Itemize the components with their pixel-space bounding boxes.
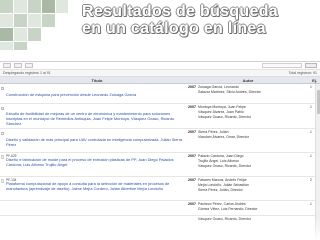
author-name: Vásquez Ocaso, Ricardo, Director [198,114,251,119]
record-year: 2007 [188,202,196,206]
back-button[interactable] [3,63,11,68]
author-name: Gómez Vélez, Luis Fernando, Director [198,206,258,211]
slide-title-line-2: en un catálogo en línea [82,20,266,37]
table-row: PF-629 Diseño e fabricación de molde par… [0,153,320,177]
table-row: PF-134 Plataforma computacional de apoyo… [0,177,320,201]
home-button[interactable] [25,63,33,68]
record-year: 2007 [188,130,196,134]
record-authors: Zuluaga García, Leonardo Salazar Martíne… [198,84,294,103]
paging-text: Desplegando registros 1 al 91 [3,71,51,75]
results-table: Construcción de máquina para prevención … [0,84,320,228]
results-column-header: Título Autor Ej. [0,77,320,84]
catalog-results-screenshot: Desplegando registros 1 al 91 Total regi… [0,61,320,240]
record-thumbnail [1,179,4,183]
record-title-link[interactable]: Plataforma computacional de apoyo a cons… [6,181,169,191]
slide-title-line-1: Resultados de búsqueda [82,3,278,20]
table-row: Diseño y validación de más principal par… [0,129,320,153]
bottom-fade [0,218,320,240]
record-year: 2007 [188,178,196,182]
column-author[interactable]: Autor [198,78,298,83]
forward-button[interactable] [14,63,22,68]
record-authors: Montoya Montoya, Juan Felipe Vásquez Álv… [198,104,294,128]
record-authors: Pacheco Pérez, Carlos Andrés Gómez Vélez… [198,201,294,215]
table-row: Estudio de factibilidad de mejoras de un… [0,104,320,129]
total-records: Total registros: 91 [288,71,317,75]
author-name: Vásquez Ocaso, Ricardo, Director [198,163,251,168]
record-thumbnail [1,155,4,159]
column-title[interactable]: Título [4,78,190,83]
column-copies[interactable]: Ej. [298,78,320,83]
row-checkbox[interactable] [1,87,4,90]
table-row: Construcción de máquina para prevención … [0,84,320,104]
record-year: 2007 [188,85,196,89]
vertical-scrollbar[interactable] [315,84,320,240]
paging-bar: Desplegando registros 1 al 91 Total regi… [0,70,320,77]
table-row: 2007 Pacheco Pérez, Carlos Andrés Gómez … [0,201,320,216]
record-title-link[interactable]: Diseño y validación de más principal par… [6,137,182,147]
decorative-squares [0,0,72,50]
search-input[interactable] [262,63,302,68]
author-name: Viasdom Álvarez, Omar, Director [198,134,249,139]
row-checkbox[interactable] [1,132,4,135]
record-authors: Sierra Pérez, Julián Viasdom Álvarez, Om… [198,129,294,152]
record-title-link[interactable]: Estudio de factibilidad de mejoras de un… [6,111,174,126]
row-checkbox[interactable] [1,107,4,110]
record-authors: Fabares Marcos, Andrés Felipe Mejía Lond… [198,177,294,200]
record-title-link[interactable]: Construcción de máquina para prevención … [6,92,136,97]
author-name: Salazar Martínez, Silvio Andrés, Directo… [198,89,261,94]
record-year: 2007 [188,154,196,158]
catalog-toolbar [0,62,320,70]
record-authors: Palacio Cardona, Juan Diego Trujillo Áng… [198,153,294,176]
slide-header: Resultados de búsqueda en un catálogo en… [0,0,320,52]
search-button[interactable] [305,63,317,68]
slide-title: Resultados de búsqueda en un catálogo en… [82,3,318,37]
record-year: 2007 [188,105,196,109]
record-title-link[interactable]: Diseño e fabricación de molde para el pr… [6,157,174,167]
author-name: Sierra Pérez, Julián, Director [198,187,243,192]
